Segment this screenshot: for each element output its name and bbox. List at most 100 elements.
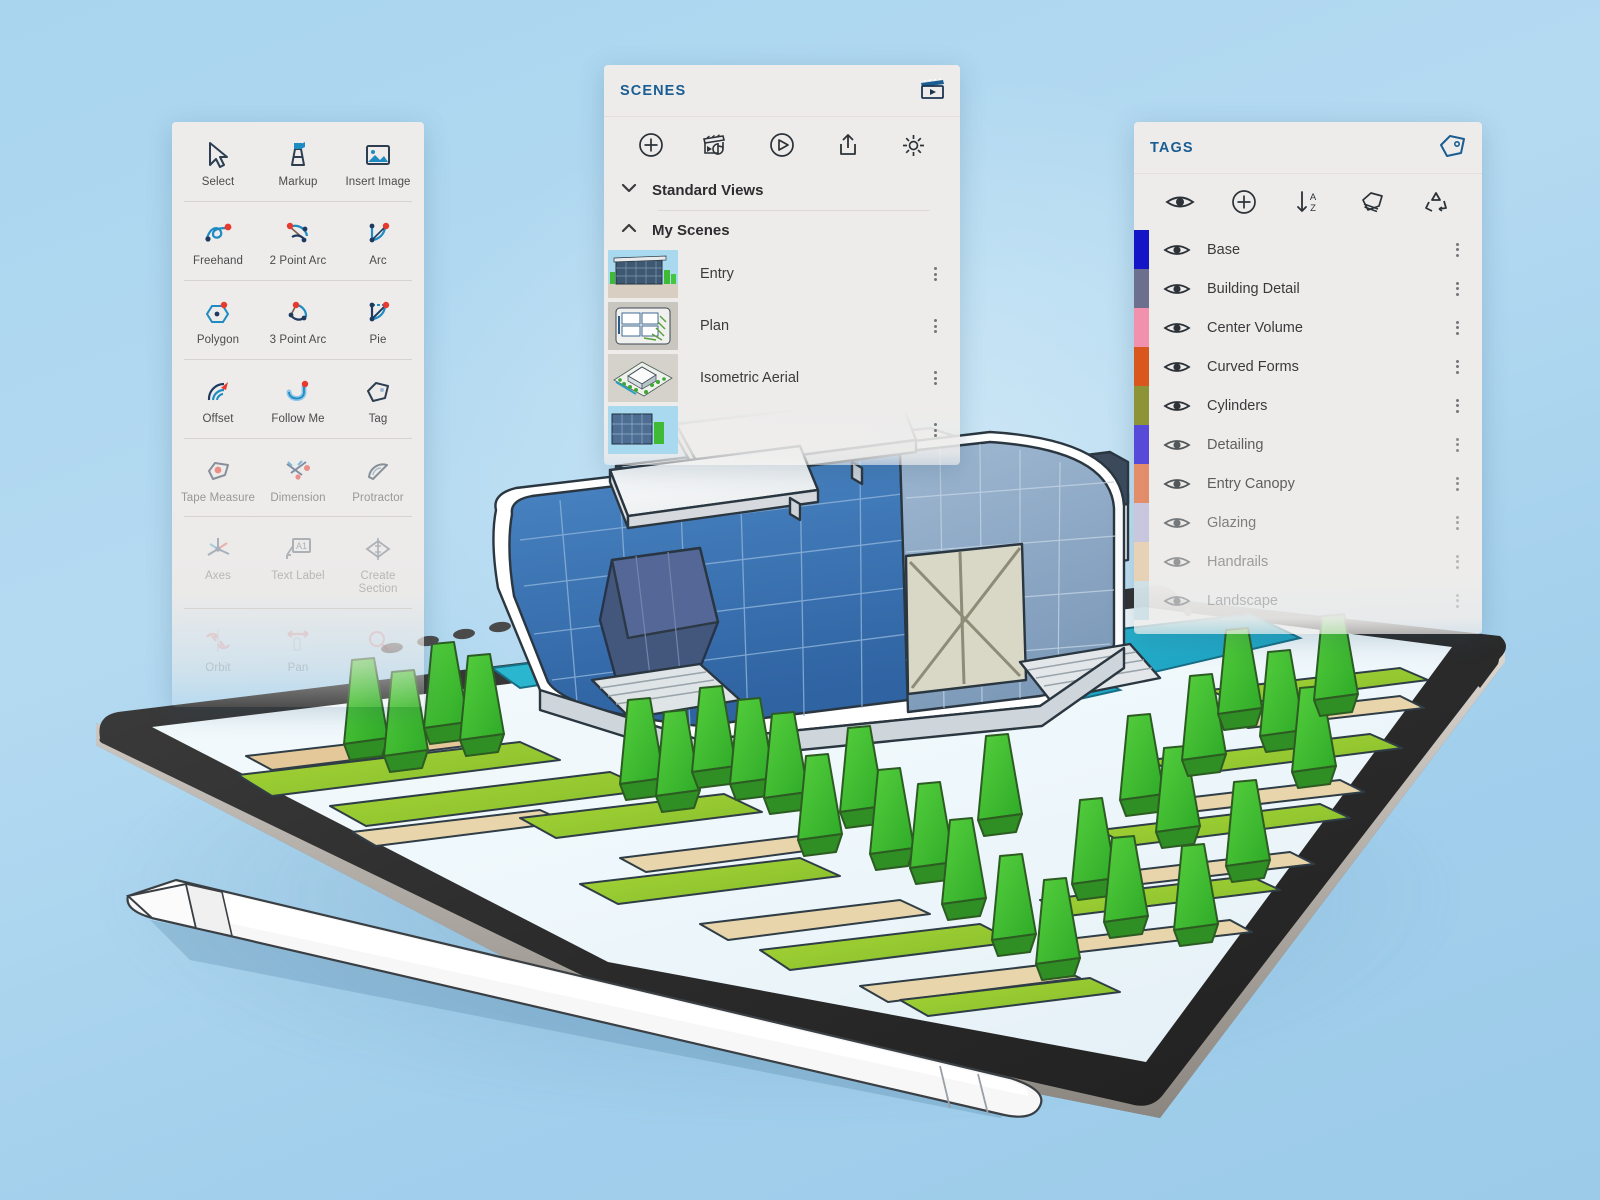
section-label: My Scenes <box>652 222 730 239</box>
eye-icon[interactable] <box>1149 319 1205 337</box>
scene-list-item[interactable]: Isometric Aerial <box>604 352 960 404</box>
tag-row[interactable]: Cylinders <box>1134 386 1482 425</box>
tag-color-swatch[interactable] <box>1134 425 1149 464</box>
tool-offset[interactable]: Offset <box>178 369 258 430</box>
tool-protractor[interactable]: Protractor <box>338 448 418 509</box>
tool-arc[interactable]: Arc <box>338 211 418 272</box>
tool-zoom[interactable] <box>338 618 418 679</box>
eye-icon[interactable] <box>1149 592 1205 610</box>
scene-options-button[interactable] <box>920 317 950 336</box>
tag-row[interactable]: Base <box>1134 230 1482 269</box>
tag-options-button[interactable] <box>1442 435 1472 454</box>
tool-tape-measure[interactable]: Tape Measure <box>178 448 258 509</box>
toggle-all-visibility-button[interactable] <box>1160 182 1200 222</box>
tag-row[interactable]: Glazing <box>1134 503 1482 542</box>
tag-icon <box>340 375 416 409</box>
tool-select[interactable]: Select <box>178 132 258 193</box>
tag-options-button[interactable] <box>1442 513 1472 532</box>
tag-options-button[interactable] <box>1442 357 1472 376</box>
update-scene-button[interactable] <box>696 125 736 165</box>
scenes-panel[interactable]: SCENES Standard Views My Scenes Entry Pl… <box>604 65 960 465</box>
tag-options-button[interactable] <box>1442 396 1472 415</box>
tag-options-button[interactable] <box>1442 279 1472 298</box>
tool-create-section[interactable]: Create Section <box>338 526 418 600</box>
tag-color-swatch[interactable] <box>1134 230 1149 269</box>
scene-list-item[interactable]: Plan <box>604 300 960 352</box>
scene-list-item[interactable]: Entry <box>604 248 960 300</box>
tool-label: Dimension <box>270 491 326 504</box>
tag-stack-button[interactable] <box>1352 182 1392 222</box>
tool-label: Axes <box>205 570 231 583</box>
play-animation-button[interactable] <box>762 125 802 165</box>
svg-text:A: A <box>1310 192 1317 203</box>
eye-icon[interactable] <box>1149 475 1205 493</box>
add-tag-button[interactable] <box>1224 182 1264 222</box>
tool-2-point-arc[interactable]: 2 Point Arc <box>258 211 338 272</box>
tag-row[interactable]: Handrails <box>1134 542 1482 581</box>
tool-insert-image[interactable]: Insert Image <box>338 132 418 193</box>
eye-icon[interactable] <box>1149 397 1205 415</box>
scene-options-button[interactable] <box>920 421 950 440</box>
tool-axes[interactable]: Axes <box>178 526 258 600</box>
tag-row[interactable]: Landscape <box>1134 581 1482 620</box>
two-point-arc-icon <box>260 217 336 251</box>
tool-label: 3 Point Arc <box>269 333 327 346</box>
tool-pan[interactable]: Pan <box>258 618 338 679</box>
tag-options-button[interactable] <box>1442 552 1472 571</box>
tag-color-swatch[interactable] <box>1134 386 1149 425</box>
tag-options-button[interactable] <box>1442 240 1472 259</box>
tool-tag[interactable]: Tag <box>338 369 418 430</box>
eye-icon[interactable] <box>1149 280 1205 298</box>
tool-text-label[interactable]: A1 Text Label <box>258 526 338 600</box>
tag-outline-icon[interactable] <box>1438 132 1468 163</box>
export-animation-button[interactable] <box>828 125 868 165</box>
tag-color-swatch[interactable] <box>1134 503 1149 542</box>
sort-a-z-button[interactable]: A Z <box>1288 182 1328 222</box>
eye-icon[interactable] <box>1149 358 1205 376</box>
tool-polygon[interactable]: Polygon <box>178 290 258 351</box>
tool-dimension[interactable]: Dimension <box>258 448 338 509</box>
tool-label: Follow Me <box>271 412 325 425</box>
tag-row[interactable]: Building Detail <box>1134 269 1482 308</box>
tag-color-swatch[interactable] <box>1134 542 1149 581</box>
tag-color-swatch[interactable] <box>1134 308 1149 347</box>
tool-label: Text Label <box>271 570 325 583</box>
tag-row[interactable]: Curved Forms <box>1134 347 1482 386</box>
tool-3-point-arc[interactable]: 3 Point Arc <box>258 290 338 351</box>
purge-tags-button[interactable] <box>1416 182 1456 222</box>
tool-group-5: Tape Measure Dimension Protractor <box>172 437 424 517</box>
tool-label: Offset <box>202 412 234 425</box>
tag-options-button[interactable] <box>1442 318 1472 337</box>
tag-color-swatch[interactable] <box>1134 464 1149 503</box>
scene-settings-button[interactable] <box>893 125 933 165</box>
eye-icon[interactable] <box>1149 553 1205 571</box>
tool-pie[interactable]: Pie <box>338 290 418 351</box>
eye-icon[interactable] <box>1149 241 1205 259</box>
scene-list-item[interactable] <box>604 404 960 456</box>
tag-color-swatch[interactable] <box>1134 269 1149 308</box>
tag-row[interactable]: Detailing <box>1134 425 1482 464</box>
add-scene-button[interactable] <box>631 125 671 165</box>
tool-orbit[interactable]: Orbit <box>178 618 258 679</box>
marker-pen-icon <box>260 138 336 172</box>
tool-follow-me[interactable]: Follow Me <box>258 369 338 430</box>
tag-options-button[interactable] <box>1442 591 1472 610</box>
svg-text:Z: Z <box>1310 203 1316 214</box>
tools-panel[interactable]: Select Markup Insert Image Freehand 2 Po… <box>172 122 424 707</box>
scene-options-button[interactable] <box>920 265 950 284</box>
tag-color-swatch[interactable] <box>1134 347 1149 386</box>
scene-options-button[interactable] <box>920 369 950 388</box>
scenes-section-standard-views[interactable]: Standard Views <box>604 173 960 208</box>
scenes-section-my-scenes[interactable]: My Scenes <box>604 213 960 248</box>
scene-clapperboard-icon[interactable] <box>919 76 946 105</box>
tool-freehand[interactable]: Freehand <box>178 211 258 272</box>
eye-icon[interactable] <box>1149 514 1205 532</box>
tag-options-button[interactable] <box>1442 474 1472 493</box>
tag-name: Cylinders <box>1207 397 1268 414</box>
tags-panel[interactable]: TAGS A Z Base Building Detail Center Vol… <box>1134 122 1482 634</box>
eye-icon[interactable] <box>1149 436 1205 454</box>
tag-row[interactable]: Entry Canopy <box>1134 464 1482 503</box>
tool-markup[interactable]: Markup <box>258 132 338 193</box>
tag-row[interactable]: Center Volume <box>1134 308 1482 347</box>
tag-color-swatch[interactable] <box>1134 581 1149 620</box>
